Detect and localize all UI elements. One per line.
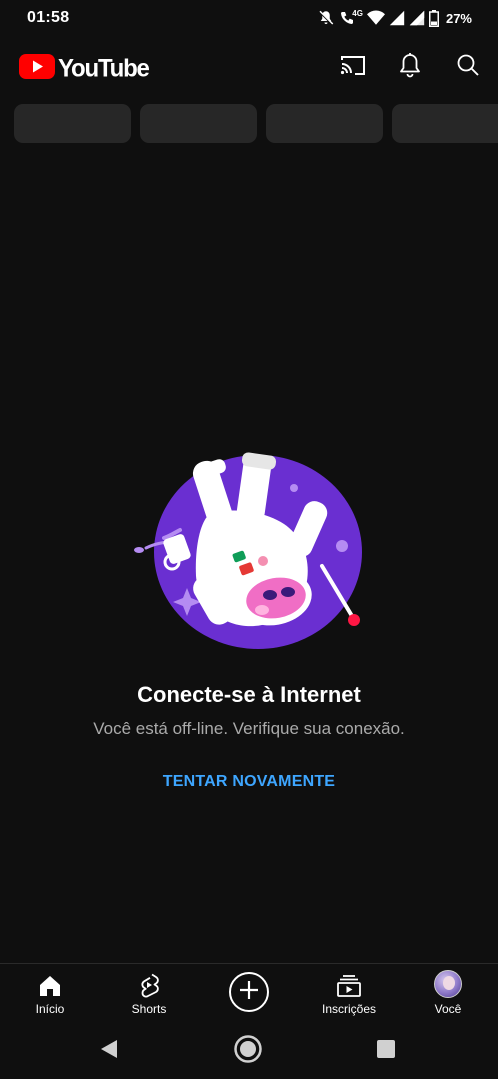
battery-icon: [428, 9, 439, 27]
search-button[interactable]: [451, 50, 485, 84]
nav-item-home[interactable]: Início: [10, 964, 90, 1024]
nav-item-shorts[interactable]: Shorts: [109, 964, 189, 1024]
status-time: 01:58: [27, 9, 70, 26]
status-icons: 4G 27%: [317, 9, 472, 27]
recents-button[interactable]: [370, 1035, 402, 1067]
mute-icon: [317, 9, 335, 27]
nav-item-you[interactable]: Você: [408, 964, 488, 1024]
nav-label-home: Início: [35, 1002, 65, 1016]
bell-icon: [398, 52, 422, 83]
cast-button[interactable]: [336, 50, 370, 84]
bottom-navigation: Início Shorts Inscrições Você: [0, 963, 498, 1023]
home-circle-icon: [233, 1034, 263, 1069]
network-label: 4G: [352, 8, 363, 18]
back-button[interactable]: [93, 1035, 125, 1067]
astronaut-offline-illustration: [130, 448, 370, 658]
wifi-icon: [366, 10, 385, 26]
avatar-wrap: [434, 964, 462, 998]
call-4g-icon: 4G: [339, 8, 363, 26]
youtube-app-screen: 01:58 4G 27% YouTube Conecte-se à Intern…: [0, 0, 498, 1079]
nav-label-subscriptions: Inscrições: [321, 1002, 377, 1016]
battery-percent: 27%: [445, 10, 472, 26]
recents-icon: [376, 1039, 396, 1064]
create-button[interactable]: [229, 972, 269, 1012]
status-bar: 01:58 4G 27%: [0, 0, 498, 36]
youtube-logo[interactable]: YouTube: [19, 54, 150, 84]
offline-message: Você está off-line. Verifique sua conexã…: [93, 719, 405, 738]
nav-item-subscriptions[interactable]: Inscrições: [309, 964, 389, 1024]
offline-title: Conecte-se à Internet: [137, 682, 361, 707]
chip-placeholder: [392, 104, 498, 143]
create-plus-icon: [238, 979, 260, 1006]
system-navigation: [0, 1023, 498, 1079]
shorts-icon: [137, 964, 161, 998]
avatar: [434, 970, 462, 998]
cast-icon: [339, 53, 367, 82]
chip-placeholder: [266, 104, 383, 143]
youtube-play-icon: [19, 54, 55, 84]
signal-icon: [389, 10, 405, 26]
home-icon: [38, 964, 62, 998]
chip-placeholder: [140, 104, 257, 143]
logo-wordmark: YouTube: [58, 54, 150, 83]
back-icon: [99, 1038, 119, 1065]
nav-label-you: Você: [434, 1002, 462, 1016]
subscriptions-icon: [336, 964, 362, 998]
nav-label-shorts: Shorts: [131, 1002, 167, 1016]
search-icon: [456, 53, 480, 82]
retry-button[interactable]: TENTAR NOVAMENTE: [149, 766, 349, 798]
home-system-button[interactable]: [232, 1034, 264, 1069]
signal-icon-2: [409, 10, 425, 26]
app-header: YouTube: [0, 44, 498, 90]
notifications-button[interactable]: [393, 50, 427, 84]
chip-placeholder: [14, 104, 131, 143]
